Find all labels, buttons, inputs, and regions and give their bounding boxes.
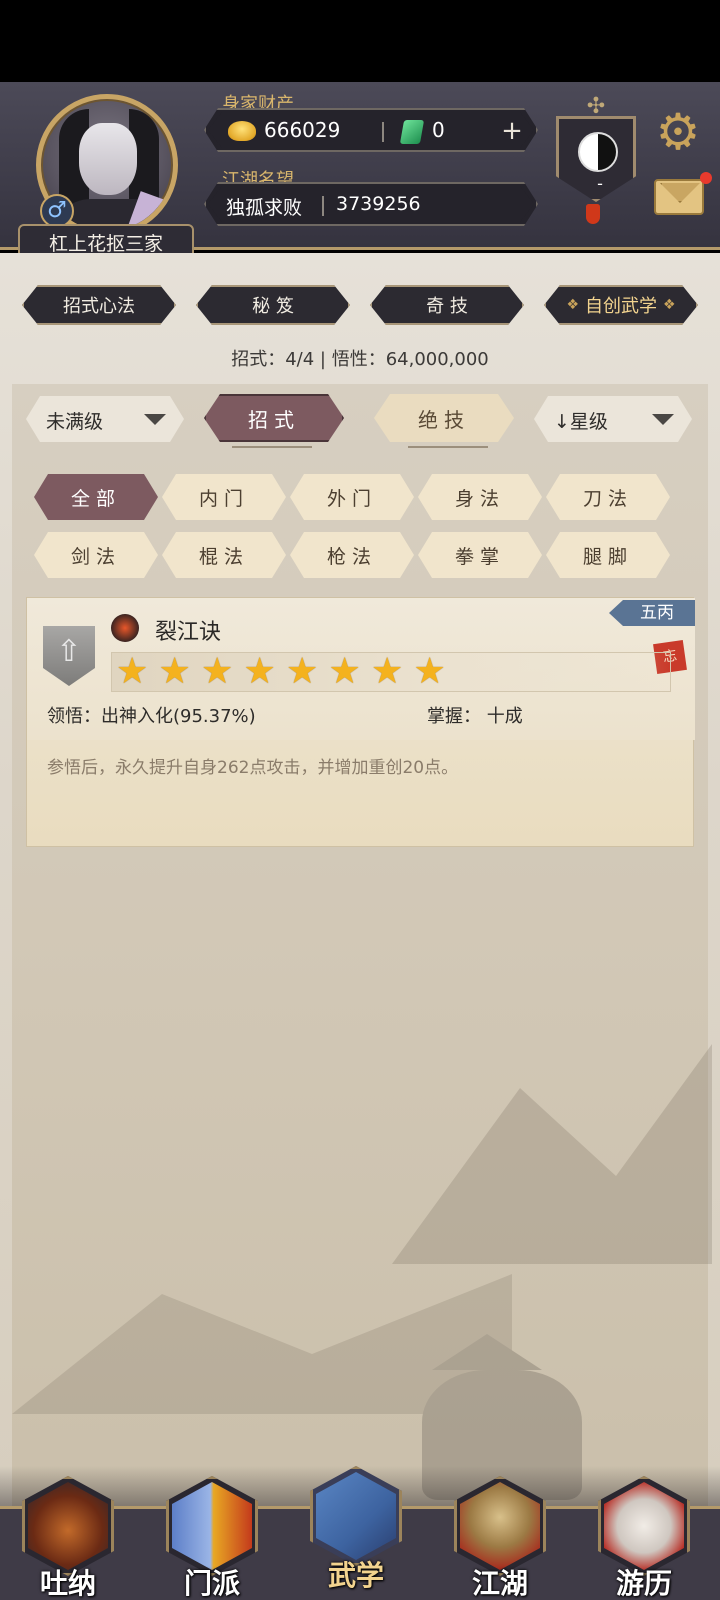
segment-moves[interactable]: 招式 bbox=[204, 394, 344, 442]
player-header: ♂ 杠上花抠三家 身家财产 666029 0 + 江湖名望 独孤求败 37392… bbox=[0, 82, 720, 260]
comprehension-text: 领悟：出神入化(95.37%) bbox=[47, 706, 256, 727]
chevron-down-icon bbox=[652, 414, 674, 425]
nav-label: 江湖 bbox=[471, 1567, 528, 1600]
gear-icon[interactable]: ⚙ bbox=[652, 106, 704, 158]
star-icon: ★ bbox=[158, 651, 191, 692]
skills-panel: 未满级 招式 绝技 ↓星级 全部 内门 外门 身法 刀法 剑法 棍法 枪法 拳掌… bbox=[12, 384, 712, 1600]
category-movement[interactable]: 身法 bbox=[418, 474, 542, 520]
taiji-icon bbox=[578, 132, 618, 172]
star-icon: ★ bbox=[116, 651, 149, 692]
category-outer[interactable]: 外门 bbox=[290, 474, 414, 520]
star-icon: ★ bbox=[201, 651, 234, 692]
male-icon: ♂ bbox=[40, 194, 74, 228]
nav-martial-arts[interactable]: 武学 bbox=[296, 1466, 416, 1600]
star-icon: ★ bbox=[371, 651, 404, 692]
martial-arts-page: 招式心法 秘 笈 奇 技 ❖ 自创武学 ❖ 招式：4/4 | 悟性：64,000,0… bbox=[0, 253, 720, 1600]
gold-amount: 666029 bbox=[264, 118, 341, 142]
skill-description: 参悟后，永久提升自身262点攻击，并增加重创20点。 bbox=[47, 758, 459, 778]
mask-face bbox=[79, 123, 137, 195]
jade-gem-icon bbox=[400, 120, 424, 144]
tab-custom-martial-arts[interactable]: ❖ 自创武学 ❖ bbox=[544, 285, 698, 325]
sort-dropdown[interactable]: ↓星级 bbox=[534, 396, 692, 442]
category-sword[interactable]: 剑法 bbox=[34, 532, 158, 578]
tab-moves-methods[interactable]: 招式心法 bbox=[22, 285, 176, 325]
star-icon: ★ bbox=[243, 651, 276, 692]
divider-ornament bbox=[232, 446, 312, 448]
banner-finial-icon: ✣ bbox=[586, 94, 606, 119]
divider-ornament bbox=[408, 446, 488, 448]
segment-ultimate[interactable]: 绝技 bbox=[374, 394, 514, 442]
fame-value: 3739256 bbox=[336, 193, 421, 215]
gem-amount: 0 bbox=[432, 118, 445, 142]
fame-bar: 独孤求败 3739256 bbox=[204, 182, 538, 226]
nav-jianghu[interactable]: 江湖 bbox=[440, 1466, 560, 1600]
nav-label: 吐纳 bbox=[39, 1567, 96, 1600]
category-fist-palm[interactable]: 拳掌 bbox=[418, 532, 542, 578]
star-icon: ★ bbox=[413, 651, 446, 692]
star-icon: ★ bbox=[328, 651, 361, 692]
category-blade[interactable]: 刀法 bbox=[546, 474, 670, 520]
nav-travel[interactable]: 游历 bbox=[584, 1466, 704, 1600]
tab-secret-manuals[interactable]: 秘 笈 bbox=[196, 285, 350, 325]
level-filter-dropdown[interactable]: 未满级 bbox=[26, 396, 184, 442]
status-bar bbox=[0, 0, 720, 82]
star-rating: ★ ★ ★ ★ ★ ★ ★ ★ bbox=[111, 652, 671, 692]
category-legs[interactable]: 腿脚 bbox=[546, 532, 670, 578]
nav-label: 门派 bbox=[183, 1567, 240, 1600]
skill-name: 裂江诀 bbox=[155, 620, 222, 645]
category-inner[interactable]: 内门 bbox=[162, 474, 286, 520]
nav-sect[interactable]: 门派 bbox=[152, 1466, 272, 1600]
mail-icon[interactable] bbox=[654, 179, 704, 215]
skill-element-icon bbox=[111, 614, 139, 642]
taiji-value: - bbox=[597, 174, 603, 193]
fame-title: 独孤求败 bbox=[226, 197, 303, 219]
wealth-bar: 666029 0 + bbox=[204, 108, 538, 152]
tab-special-skills[interactable]: 奇 技 bbox=[370, 285, 524, 325]
category-all[interactable]: 全部 bbox=[34, 474, 158, 520]
nav-label: 游历 bbox=[615, 1567, 672, 1600]
top-tabs: 招式心法 秘 笈 奇 技 ❖ 自创武学 ❖ bbox=[0, 285, 720, 327]
bottom-nav: 吐纳 门派 武学 江湖 游历 bbox=[0, 1466, 720, 1600]
tassel-icon bbox=[586, 204, 600, 224]
star-icon: ★ bbox=[286, 651, 319, 692]
nav-breathing[interactable]: 吐纳 bbox=[8, 1466, 128, 1600]
gold-ingot-icon bbox=[228, 121, 256, 141]
skill-card[interactable]: ⇧ 裂江诀 五丙 忘 ★★★★★★★★ 领悟：出神入化(95.37%) 掌握： … bbox=[26, 597, 695, 847]
skill-tag: 五丙 bbox=[609, 600, 695, 626]
category-spear[interactable]: 枪法 bbox=[290, 532, 414, 578]
add-currency-button[interactable]: + bbox=[496, 116, 528, 148]
rank-up-icon: ⇧ bbox=[43, 626, 95, 686]
avatar[interactable]: ♂ bbox=[28, 94, 186, 244]
chevron-down-icon bbox=[144, 414, 166, 425]
mastery-text: 掌握： 十成 bbox=[427, 706, 523, 727]
nav-label: 武学 bbox=[327, 1559, 384, 1592]
notification-dot bbox=[700, 172, 712, 184]
stats-line: 招式：4/4 | 悟性：64,000,000 bbox=[231, 349, 489, 370]
category-staff[interactable]: 棍法 bbox=[162, 532, 286, 578]
